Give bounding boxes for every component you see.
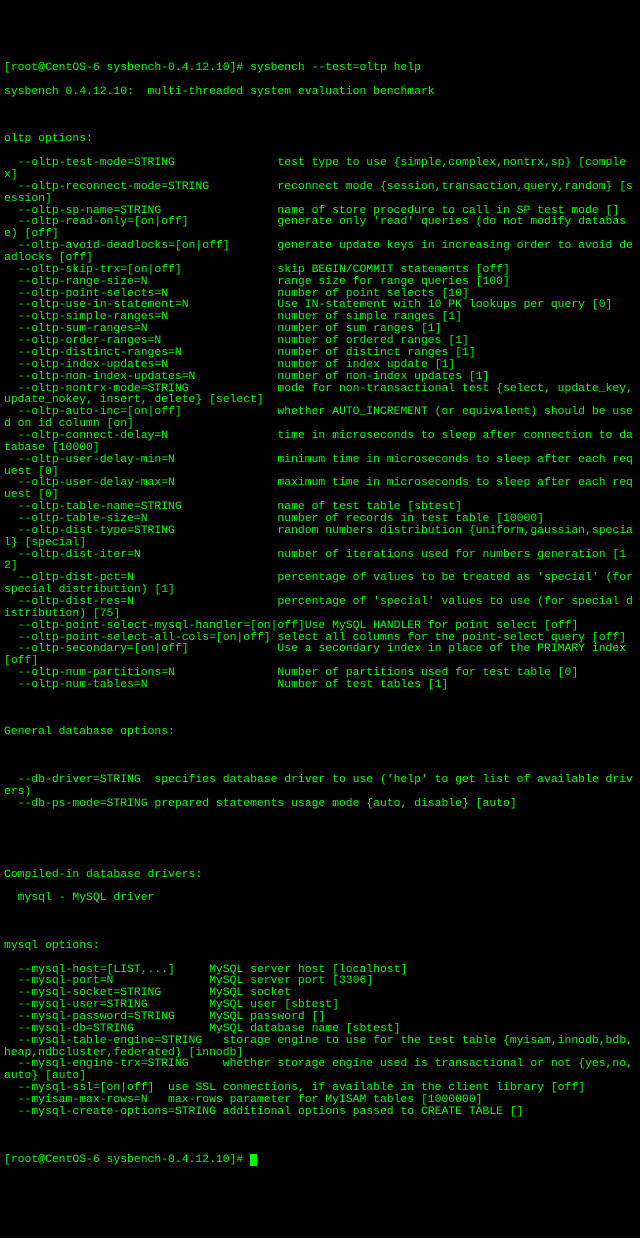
option-line: --oltp-dist-res=N percentage of 'special… [4, 597, 636, 621]
option-line: --oltp-user-delay-max=N maximum time in … [4, 478, 636, 502]
option-line: --oltp-num-tables=N Number of test table… [4, 680, 636, 692]
header-line: sysbench 0.4.12.10: multi-threaded syste… [4, 87, 636, 99]
option-line: --oltp-non-index-updates=N number of non… [4, 372, 636, 384]
option-line: --oltp-read-only=[on|off] generate only … [4, 217, 636, 241]
option-line: --oltp-dist-iter=N number of iterations … [4, 550, 636, 574]
option-line: --db-ps-mode=STRING prepared statements … [4, 799, 636, 811]
option-line: --oltp-distinct-ranges=N number of disti… [4, 348, 636, 360]
cursor-block [250, 1154, 257, 1166]
option-line: --mysql-engine-trx=STRING whether storag… [4, 1059, 636, 1083]
option-line: --oltp-dist-type=STRING random numbers d… [4, 526, 636, 550]
general-options-block: --db-driver=STRING specifies database dr… [4, 775, 636, 811]
mysql-options-block: --mysql-host=[LIST,...] MySQL server hos… [4, 965, 636, 1119]
option-line: --oltp-connect-delay=N time in microseco… [4, 431, 636, 455]
general-section-title: General database options: [4, 727, 636, 739]
option-line: --mysql-ssl=[on|off] use SSL connections… [4, 1083, 636, 1095]
option-line: --myisam-max-rows=N max-rows parameter f… [4, 1095, 636, 1107]
option-line: --oltp-reconnect-mode=STRING reconnect m… [4, 182, 636, 206]
option-line: --oltp-avoid-deadlocks=[on|off] generate… [4, 241, 636, 265]
shell-prompt: [root@CentOS-6 sysbench-0.4.12.10]# [4, 62, 250, 74]
oltp-section-title: oltp options: [4, 134, 636, 146]
option-line: --mysql-host=[LIST,...] MySQL server hos… [4, 965, 636, 977]
option-line: --mysql-password=STRING MySQL password [… [4, 1012, 636, 1024]
option-line: --oltp-range-size=N range size for range… [4, 277, 636, 289]
option-line: --oltp-secondary=[on|off] Use a secondar… [4, 644, 636, 668]
option-line: --oltp-nontrx-mode=STRING mode for non-t… [4, 384, 636, 408]
option-line: --oltp-skip-trx=[on|off] skip BEGIN/COMM… [4, 265, 636, 277]
command-line: [root@CentOS-6 sysbench-0.4.12.10]# sysb… [4, 63, 636, 75]
option-line: --db-driver=STRING specifies database dr… [4, 775, 636, 799]
option-line: --oltp-dist-pct=N percentage of values t… [4, 573, 636, 597]
option-line: --oltp-auto-inc=[on|off] whether AUTO_IN… [4, 407, 636, 431]
option-line: --mysql-create-options=STRING additional… [4, 1107, 636, 1119]
typed-command: sysbench --test=oltp help [250, 62, 421, 74]
option-line: --mysql-socket=STRING MySQL socket [4, 988, 636, 1000]
option-line: --mysql-table-engine=STRING storage engi… [4, 1036, 636, 1060]
shell-prompt: [root@CentOS-6 sysbench-0.4.12.10]# [4, 1154, 250, 1166]
option-line: --oltp-user-delay-min=N minimum time in … [4, 455, 636, 479]
terminal-output: [root@CentOS-6 sysbench-0.4.12.10]# sysb… [4, 51, 636, 1179]
option-line: --mysql-user=STRING MySQL user [sbtest] [4, 1000, 636, 1012]
compiled-section-title: Compiled-in database drivers: [4, 870, 636, 882]
final-prompt-line[interactable]: [root@CentOS-6 sysbench-0.4.12.10]# [4, 1154, 636, 1167]
oltp-options-block: --oltp-test-mode=STRING test type to use… [4, 158, 636, 692]
option-line: --oltp-test-mode=STRING test type to use… [4, 158, 636, 182]
compiled-driver: mysql - MySQL driver [4, 893, 636, 905]
option-line: --oltp-point-select-mysql-handler=[on|of… [4, 621, 636, 633]
mysql-section-title: mysql options: [4, 941, 636, 953]
option-line: --oltp-index-updates=N number of index u… [4, 360, 636, 372]
option-line: --mysql-db=STRING MySQL database name [s… [4, 1024, 636, 1036]
option-line: --mysql-port=N MySQL server port [3306] [4, 976, 636, 988]
